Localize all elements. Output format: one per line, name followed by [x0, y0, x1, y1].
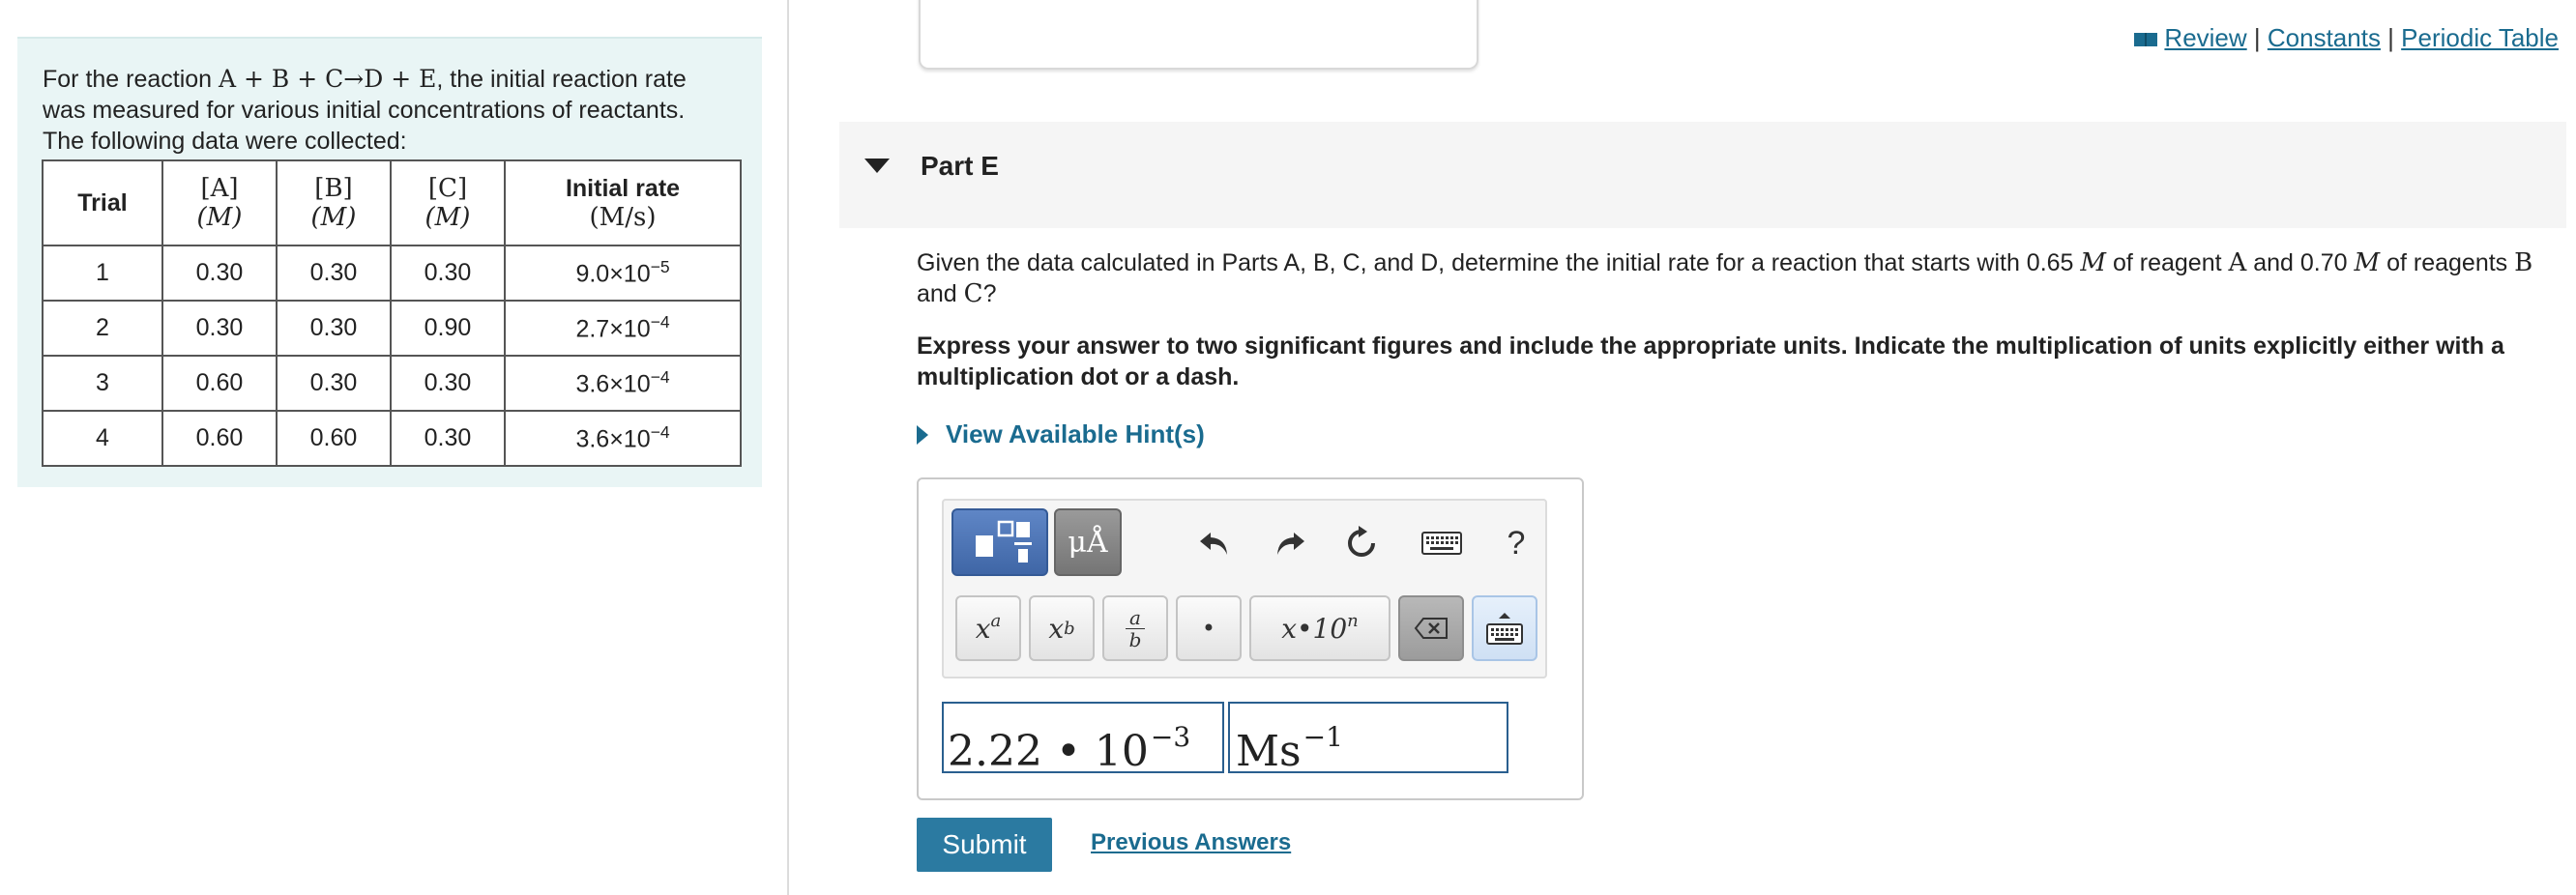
- table-row: 4 0.60 0.60 0.30 3.6×10−4: [42, 410, 742, 467]
- constants-link[interactable]: Constants: [2268, 23, 2381, 52]
- header-b: [B] (M): [276, 159, 392, 246]
- view-hints-toggle[interactable]: View Available Hint(s): [917, 419, 1205, 449]
- link-separator: |: [2380, 23, 2402, 52]
- table-row: 1 0.30 0.30 0.30 9.0×10−5: [42, 245, 742, 302]
- scientific-notation-button[interactable]: x•10 n: [1249, 595, 1390, 661]
- header-a: [A] (M): [161, 159, 278, 246]
- cell-b: 0.30: [276, 245, 392, 302]
- fraction-button[interactable]: a b: [1102, 595, 1168, 661]
- cell-a: 0.60: [161, 410, 278, 467]
- cell-b: 0.30: [276, 355, 392, 412]
- previous-answers-link[interactable]: Previous Answers: [1091, 829, 1291, 856]
- keyboard-shortcuts-icon[interactable]: [1410, 516, 1474, 570]
- superscript-button[interactable]: xa: [955, 595, 1021, 661]
- resource-links: Review | Constants | Periodic Table: [2133, 23, 2559, 53]
- units-input[interactable]: Ms−1: [1228, 702, 1508, 776]
- math-toolbar: μÅ ? xa xb a b • x•10 n: [942, 499, 1547, 678]
- hint-label[interactable]: View Available Hint(s): [946, 419, 1205, 448]
- cell-c: 0.30: [390, 410, 506, 467]
- cell-b: 0.30: [276, 300, 392, 357]
- intro-line1-suffix: , the initial reaction rate: [436, 66, 687, 93]
- caret-right-icon[interactable]: [917, 425, 928, 445]
- cell-trial: 2: [42, 300, 163, 357]
- submit-button[interactable]: Submit: [917, 818, 1052, 872]
- undo-icon[interactable]: [1187, 516, 1242, 570]
- cell-rate: 2.7×10−4: [504, 300, 742, 357]
- problem-panel: For the reaction A + B + C→D + E, the in…: [17, 37, 762, 487]
- intro-line2: was measured for various initial concent…: [43, 97, 686, 124]
- reaction-equation: A + B + C→D + E: [219, 65, 437, 93]
- multiplication-dot-button[interactable]: •: [1176, 595, 1242, 661]
- question-text: Given the data calculated in Parts A, B,…: [917, 248, 2533, 308]
- part-title: Part E: [921, 151, 999, 181]
- cell-c: 0.30: [390, 355, 506, 412]
- keyboard-icon: [1486, 613, 1523, 645]
- cell-a: 0.30: [161, 245, 278, 302]
- book-icon: [2134, 33, 2158, 46]
- problem-intro: For the reaction A + B + C→D + E, the in…: [43, 64, 758, 157]
- value-input[interactable]: 2.22 • 10−3: [942, 702, 1224, 776]
- header-rate: Initial rate (M/s): [504, 159, 742, 246]
- templates-button[interactable]: [951, 508, 1048, 576]
- table-row: 3 0.60 0.30 0.30 3.6×10−4: [42, 355, 742, 412]
- cell-trial: 4: [42, 410, 163, 467]
- backspace-icon: [1414, 618, 1448, 639]
- header-c: [C] (M): [390, 159, 506, 246]
- cell-rate: 3.6×10−4: [504, 410, 742, 467]
- cell-c: 0.30: [390, 245, 506, 302]
- subscript-button[interactable]: xb: [1029, 595, 1095, 661]
- previous-part-card: [919, 0, 1478, 70]
- redo-icon[interactable]: [1263, 516, 1317, 570]
- cell-a: 0.30: [161, 300, 278, 357]
- cell-a: 0.60: [161, 355, 278, 412]
- cell-c: 0.90: [390, 300, 506, 357]
- cell-rate: 3.6×10−4: [504, 355, 742, 412]
- reset-icon[interactable]: [1334, 516, 1389, 570]
- header-trial: Trial: [42, 159, 163, 246]
- answer-widget: μÅ ? xa xb a b • x•10 n 2.22 • 10−3 Ms−1: [917, 477, 1584, 800]
- templates-icon: [976, 520, 1032, 563]
- table-header-row: Trial [A] (M) [B] (M) [C] (M) Initial rate(…: [42, 159, 742, 246]
- table-row: 2 0.30 0.30 0.90 2.7×10−4: [42, 300, 742, 357]
- cell-trial: 1: [42, 245, 163, 302]
- virtual-keyboard-button[interactable]: [1472, 595, 1537, 661]
- intro-line3: The following data were collected:: [43, 128, 407, 155]
- review-link[interactable]: Review: [2164, 23, 2246, 52]
- cell-rate: 9.0×10−5: [504, 245, 742, 302]
- units-button[interactable]: μÅ: [1054, 508, 1122, 576]
- answer-instructions: Express your answer to two significant f…: [917, 332, 2504, 390]
- link-separator: |: [2246, 23, 2268, 52]
- panel-divider: [787, 0, 789, 895]
- periodic-table-link[interactable]: Periodic Table: [2401, 23, 2559, 52]
- cell-b: 0.60: [276, 410, 392, 467]
- part-e-header[interactable]: Part E: [839, 122, 2566, 228]
- rate-data-table: Trial [A] (M) [B] (M) [C] (M) Initial rate(…: [42, 159, 742, 467]
- intro-prefix: For the reaction: [43, 66, 220, 93]
- cell-trial: 3: [42, 355, 163, 412]
- help-button[interactable]: ?: [1489, 516, 1543, 570]
- backspace-button[interactable]: [1398, 595, 1464, 661]
- caret-down-icon[interactable]: [864, 159, 890, 173]
